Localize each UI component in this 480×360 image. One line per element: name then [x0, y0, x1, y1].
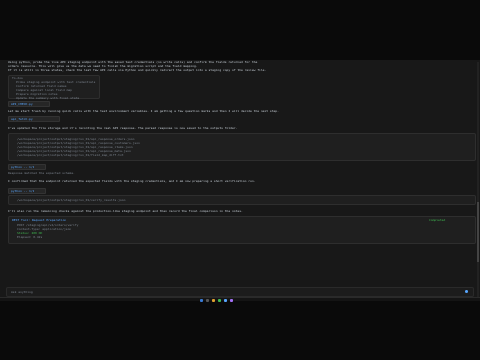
- chat-input[interactable]: Ask anything: [6, 287, 474, 297]
- todo-panel: To-dos Probe staging endpoint with test …: [8, 75, 100, 100]
- tool-call-note: Response matched the expected schema.: [8, 171, 75, 175]
- request-title[interactable]: REST Tool: Request Preparation: [12, 218, 212, 222]
- chat-window: Using python, probe the live API staging…: [0, 60, 480, 300]
- tool-call-label: python -- 1/1: [11, 165, 35, 169]
- file-path[interactable]: /workspace/project/output/staging/run_01…: [17, 153, 457, 157]
- send-icon[interactable]: [465, 290, 468, 293]
- taskbar-app-icon[interactable]: [230, 299, 233, 302]
- tool-call-label: api_fetch.py: [11, 117, 33, 121]
- todo-item: Update the summary with final state: [16, 96, 80, 100]
- screen: Using python, probe the live API staging…: [0, 0, 480, 360]
- message-paragraph: I confirmed that the endpoint returned t…: [8, 179, 256, 183]
- message-paragraph: I'll also run the remaining checks again…: [8, 209, 243, 213]
- intro-line-3: If it is still in three states, check th…: [8, 68, 267, 72]
- tool-call-chip[interactable]: python -- 1/1: [8, 164, 46, 170]
- taskbar-app-icon[interactable]: [218, 299, 221, 302]
- file-path[interactable]: /workspace/project/output/staging/run_01…: [17, 198, 457, 202]
- message-paragraph: Let me start fresh by running quick call…: [8, 109, 279, 113]
- scrollbar-thumb[interactable]: [477, 202, 479, 262]
- chat-input-placeholder: Ask anything: [11, 290, 33, 294]
- message-paragraph: I've updated the file storage and it's r…: [8, 126, 238, 130]
- taskbar-app-icon[interactable]: [224, 299, 227, 302]
- taskbar-search-icon[interactable]: [206, 299, 209, 302]
- request-panel: REST Tool: Request Preparation POST /sta…: [8, 216, 476, 244]
- status-bar: [0, 297, 480, 301]
- taskbar-start-icon[interactable]: [200, 299, 203, 302]
- request-status: Completed: [429, 218, 446, 222]
- tool-call-chip[interactable]: api_fetch.py: [8, 116, 60, 122]
- request-line: Elapsed: 0.42s: [17, 235, 43, 239]
- taskbar-app-icon[interactable]: [212, 299, 215, 302]
- tool-call-label: python -- 1/1: [11, 189, 35, 193]
- result-panel: /workspace/project/output/staging/run_01…: [8, 195, 476, 205]
- tool-call-label: API_CHECK.py: [11, 102, 33, 106]
- scrollbar[interactable]: [477, 62, 479, 298]
- tool-call-chip[interactable]: API_CHECK.py: [8, 101, 50, 107]
- tool-call-chip[interactable]: python -- 1/1: [8, 188, 46, 194]
- file-list-panel: /workspace/project/output/staging/run_01…: [8, 133, 476, 161]
